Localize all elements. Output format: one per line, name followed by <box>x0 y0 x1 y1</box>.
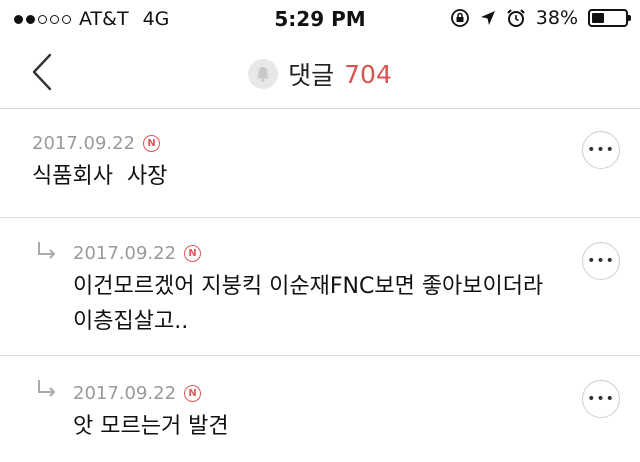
battery-icon <box>588 9 631 27</box>
more-options-button[interactable]: ••• <box>582 131 620 169</box>
page-title-group: 댓글 704 <box>0 56 640 92</box>
status-bar: AT&T 4G 5:29 PM 38% <box>0 0 640 38</box>
more-options-button[interactable]: ••• <box>582 380 620 418</box>
new-badge-icon: N <box>184 245 202 262</box>
nav-header: 댓글 704 <box>0 38 640 109</box>
battery-percent: 38% <box>535 7 578 29</box>
comment-count: 704 <box>344 59 392 89</box>
alarm-icon <box>507 9 525 27</box>
comment-meta: 2017.09.22 N <box>73 243 202 264</box>
status-right: 38% <box>450 7 631 29</box>
more-options-button[interactable]: ••• <box>582 242 620 280</box>
rotation-lock-icon <box>450 9 469 27</box>
new-badge-icon: N <box>184 385 202 402</box>
new-badge-icon: N <box>143 135 161 152</box>
reply-item: 2017.09.22 N 이건모르겠어 지붕킥 이순재FNC보면 좋아보이더라 … <box>0 218 640 356</box>
comment-item: 2017.09.22 N 식품회사 사장 ••• <box>0 109 640 218</box>
comment-text: 이건모르겠어 지붕킥 이순재FNC보면 좋아보이더라 <box>73 274 544 299</box>
comment-date: 2017.09.22 <box>32 133 136 154</box>
comment-meta: 2017.09.22 N <box>32 133 161 154</box>
reply-arrow-icon <box>38 242 56 259</box>
reply-arrow-icon <box>38 380 56 397</box>
comment-text: 앗 모르는거 발견 <box>73 414 229 439</box>
comment-date: 2017.09.22 <box>73 243 177 264</box>
comment-meta: 2017.09.22 N <box>73 383 202 404</box>
location-arrow-icon <box>480 11 495 25</box>
reply-item: 2017.09.22 N 앗 모르는거 발견 ••• <box>0 356 640 462</box>
comment-text-line2: 이층집살고.. <box>73 309 189 334</box>
comment-text: 식품회사 사장 <box>32 164 168 189</box>
bell-icon[interactable] <box>248 59 279 89</box>
page-title: 댓글 <box>288 61 335 90</box>
comment-date: 2017.09.22 <box>73 383 177 404</box>
